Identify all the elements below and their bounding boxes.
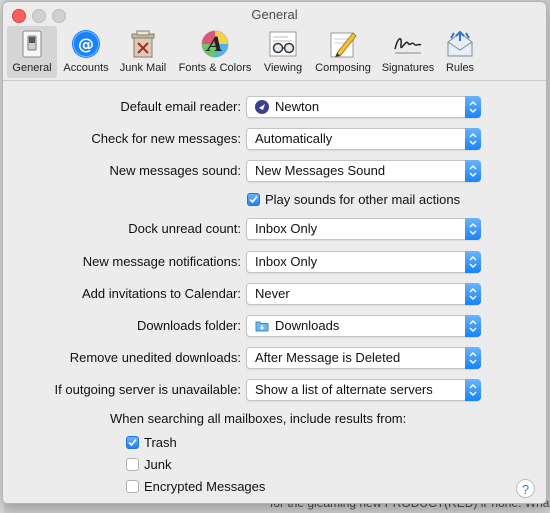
tab-viewing[interactable]: Viewing: [259, 26, 307, 78]
chevron-up-down-icon: [465, 347, 481, 369]
trash-bin-icon: [127, 28, 159, 60]
switch-icon: [16, 28, 48, 60]
play-sounds-checkbox-row[interactable]: Play sounds for other mail actions: [247, 190, 460, 208]
newton-app-icon: [255, 100, 269, 114]
tab-viewing-label: Viewing: [263, 62, 303, 74]
chevron-up-down-icon: [465, 128, 481, 150]
fonts-icon: A: [199, 28, 231, 60]
outgoing-server-value: Show a list of alternate servers: [255, 382, 433, 397]
invitations-popup[interactable]: Never: [246, 283, 481, 305]
invitations-value: Never: [255, 286, 290, 301]
tab-composing[interactable]: Composing: [310, 26, 376, 78]
dock-count-row: Dock unread count: Inbox Only: [3, 218, 546, 240]
chevron-up-down-icon: [465, 315, 481, 337]
search-trash-checkbox[interactable]: [126, 435, 139, 449]
check-messages-popup[interactable]: Automatically: [246, 128, 481, 150]
tab-accounts[interactable]: @ Accounts: [59, 26, 113, 78]
chevron-up-down-icon: [465, 96, 481, 118]
search-encrypted-label: Encrypted Messages: [144, 478, 266, 494]
folder-icon: [255, 321, 269, 332]
downloads-folder-label: Downloads folder:: [136, 318, 241, 333]
tab-accounts-label: Accounts: [63, 62, 109, 74]
invitations-label: Add invitations to Calendar:: [82, 286, 241, 301]
default-reader-label: Default email reader:: [120, 99, 241, 114]
tab-rules[interactable]: Rules: [440, 26, 480, 78]
window-title: General: [251, 7, 298, 22]
new-sound-label: New messages sound:: [109, 163, 241, 178]
check-messages-row: Check for new messages: Automatically: [3, 128, 546, 150]
play-sounds-label: Play sounds for other mail actions: [265, 191, 461, 207]
downloads-folder-row: Downloads folder: Downloads: [3, 315, 546, 337]
search-trash-label: Trash: [144, 434, 177, 450]
chevron-up-down-icon: [465, 283, 481, 305]
default-reader-value: Newton: [275, 99, 320, 114]
outgoing-server-label: If outgoing server is unavailable:: [54, 382, 241, 397]
remove-downloads-popup[interactable]: After Message is Deleted: [246, 347, 481, 369]
search-junk-label: Junk: [144, 456, 172, 472]
new-sound-value: New Messages Sound: [255, 163, 386, 178]
dock-count-value: Inbox Only: [255, 221, 318, 236]
remove-downloads-value: After Message is Deleted: [255, 350, 401, 365]
chevron-up-down-icon: [465, 251, 481, 273]
chevron-up-down-icon: [465, 160, 481, 182]
pencil-icon: [327, 28, 359, 60]
tab-general[interactable]: General: [7, 26, 57, 78]
rules-icon: [444, 28, 476, 60]
new-sound-popup[interactable]: New Messages Sound: [246, 160, 481, 182]
tab-rules-label: Rules: [445, 62, 475, 74]
outgoing-server-row: If outgoing server is unavailable: Show …: [3, 379, 546, 401]
default-reader-popup[interactable]: Newton: [246, 96, 481, 118]
tab-junk-mail-label: Junk Mail: [119, 62, 167, 74]
chevron-up-down-icon: [465, 218, 481, 240]
at-icon: @: [70, 28, 102, 60]
tab-general-label: General: [12, 62, 52, 74]
tab-composing-label: Composing: [315, 62, 371, 74]
preferences-toolbar: General @ Accounts Junk Mail A Fonts & C…: [3, 24, 546, 81]
preferences-window: General General @ Accounts Junk Mail A F…: [3, 2, 546, 503]
search-junk-checkbox[interactable]: [126, 457, 139, 471]
tab-fonts-colors[interactable]: A Fonts & Colors: [174, 26, 256, 78]
notifications-popup[interactable]: Inbox Only: [246, 251, 481, 273]
default-reader-row: Default email reader: Newton: [3, 96, 546, 118]
check-messages-value: Automatically: [255, 131, 333, 146]
chevron-up-down-icon: [465, 379, 481, 401]
check-messages-label: Check for new messages:: [91, 131, 241, 146]
search-trash-row[interactable]: Trash: [126, 433, 177, 451]
title-bar: General: [3, 2, 546, 24]
search-include-heading: When searching all mailboxes, include re…: [110, 411, 407, 426]
search-junk-row[interactable]: Junk: [126, 455, 171, 473]
invitations-row: Add invitations to Calendar: Never: [3, 283, 546, 305]
dock-count-popup[interactable]: Inbox Only: [246, 218, 481, 240]
tab-signatures-label: Signatures: [381, 62, 435, 74]
remove-downloads-row: Remove unedited downloads: After Message…: [3, 347, 546, 369]
dock-count-label: Dock unread count:: [128, 221, 241, 236]
notifications-label: New message notifications:: [82, 254, 241, 269]
play-sounds-checkbox[interactable]: [247, 192, 260, 206]
tab-junk-mail[interactable]: Junk Mail: [115, 26, 171, 78]
search-encrypted-checkbox[interactable]: [126, 479, 139, 493]
help-button[interactable]: ?: [516, 479, 535, 498]
notifications-row: New message notifications: Inbox Only: [3, 251, 546, 273]
svg-text:A: A: [205, 32, 223, 56]
downloads-folder-popup[interactable]: Downloads: [246, 315, 481, 337]
glasses-icon: [267, 28, 299, 60]
remove-downloads-label: Remove unedited downloads:: [69, 350, 241, 365]
tab-fonts-colors-label: Fonts & Colors: [178, 62, 252, 74]
outgoing-server-popup[interactable]: Show a list of alternate servers: [246, 379, 481, 401]
downloads-folder-value: Downloads: [275, 318, 340, 333]
new-sound-row: New messages sound: New Messages Sound: [3, 160, 546, 182]
tab-signatures[interactable]: Signatures: [379, 26, 437, 78]
search-encrypted-row[interactable]: Encrypted Messages: [126, 477, 265, 495]
svg-text:@: @: [78, 35, 94, 54]
signature-icon: [392, 28, 424, 60]
notifications-value: Inbox Only: [255, 254, 318, 269]
